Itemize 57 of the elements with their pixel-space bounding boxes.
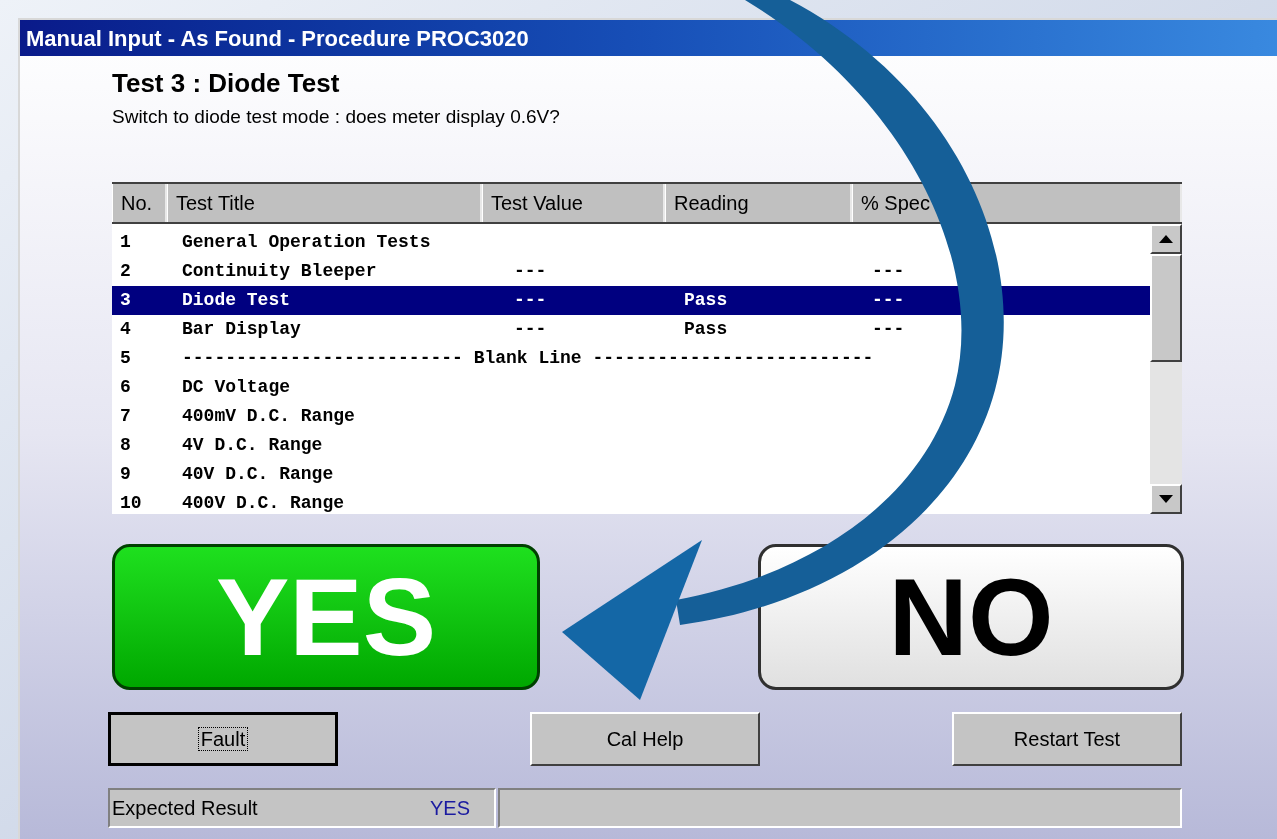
table-cell: ---: [514, 289, 547, 310]
table-cell: Pass: [684, 289, 728, 310]
scroll-thumb[interactable]: [1150, 253, 1182, 362]
table-cell: 6: [120, 376, 131, 397]
table-row[interactable]: 2 Continuity Bleeper --- ---: [112, 256, 1150, 286]
table-cell: 10: [120, 492, 142, 513]
column-header[interactable]: No.: [112, 183, 167, 222]
table-row[interactable]: 7 400mV D.C. Range: [112, 401, 1150, 431]
table-cell: 3: [120, 289, 131, 310]
test-instruction: Switch to diode test mode : does meter display 0.6V?: [112, 105, 561, 129]
table-cell-text: -------------------------- Blank Line --------------------------: [182, 346, 874, 370]
table-cell: ---: [872, 318, 905, 339]
table-cell: 4V D.C. Range: [182, 434, 323, 455]
table-cell: Bar Display: [182, 318, 301, 339]
table-row[interactable]: 10 400V D.C. Range: [112, 488, 1150, 518]
window-title: Manual Input - As Found - Procedure PROC3020: [26, 24, 529, 53]
scroll-up-button[interactable]: [1150, 223, 1182, 254]
column-header[interactable]: Reading: [665, 183, 852, 222]
table-cell: 40V D.C. Range: [182, 463, 334, 484]
column-header[interactable]: Test Value: [482, 183, 665, 222]
down-arrow-icon: [1159, 494, 1173, 503]
table-cell: Diode Test: [182, 289, 291, 310]
scroll-down-button[interactable]: [1150, 483, 1182, 514]
table-row[interactable]: 5 -------------------------- Blank Line --------------------------: [112, 343, 1150, 373]
status-label: Expected Result: [112, 795, 258, 821]
table-cell: General Operation Tests: [182, 231, 431, 252]
table-row[interactable]: 3 Diode Test --- Pass ---: [112, 285, 1150, 315]
table-cell: Continuity Bleeper: [182, 260, 377, 281]
no-button[interactable]: NO: [758, 543, 1184, 690]
action-button[interactable]: Fault: [108, 711, 338, 766]
table-row[interactable]: 1 General Operation Tests: [112, 227, 1150, 257]
test-title: Test 3 : Diode Test: [112, 67, 341, 100]
scrollbar[interactable]: [1150, 223, 1182, 514]
table-cell: 8: [120, 434, 131, 455]
table-cell: 4: [120, 318, 131, 339]
status-value: YES: [429, 795, 470, 821]
table-row[interactable]: 8 4V D.C. Range: [112, 430, 1150, 460]
table-cell: ---: [514, 318, 547, 339]
table-cell: ---: [872, 289, 905, 310]
table-cell: ---: [872, 260, 905, 281]
table-cell: 9: [120, 463, 131, 484]
table-row[interactable]: 4 Bar Display --- Pass ---: [112, 314, 1150, 344]
table-cell: 5: [120, 347, 131, 368]
table-cell: 2: [120, 260, 131, 281]
action-button[interactable]: Restart Test: [952, 711, 1182, 766]
column-header[interactable]: Test Title: [167, 183, 482, 222]
table-row[interactable]: 6 DC Voltage: [112, 372, 1150, 402]
action-button[interactable]: Cal Help: [530, 711, 760, 766]
table-row[interactable]: 9 40V D.C. Range: [112, 459, 1150, 489]
table-cell: Pass: [684, 318, 728, 339]
table-cell: 400mV D.C. Range: [182, 405, 355, 426]
table-cell: 400V D.C. Range: [182, 492, 345, 513]
table-cell: 1: [120, 231, 131, 252]
table-cell: DC Voltage: [182, 376, 291, 397]
up-arrow-icon: [1159, 234, 1173, 243]
table-cell: ---: [514, 260, 547, 281]
table-cell: 7: [120, 405, 131, 426]
